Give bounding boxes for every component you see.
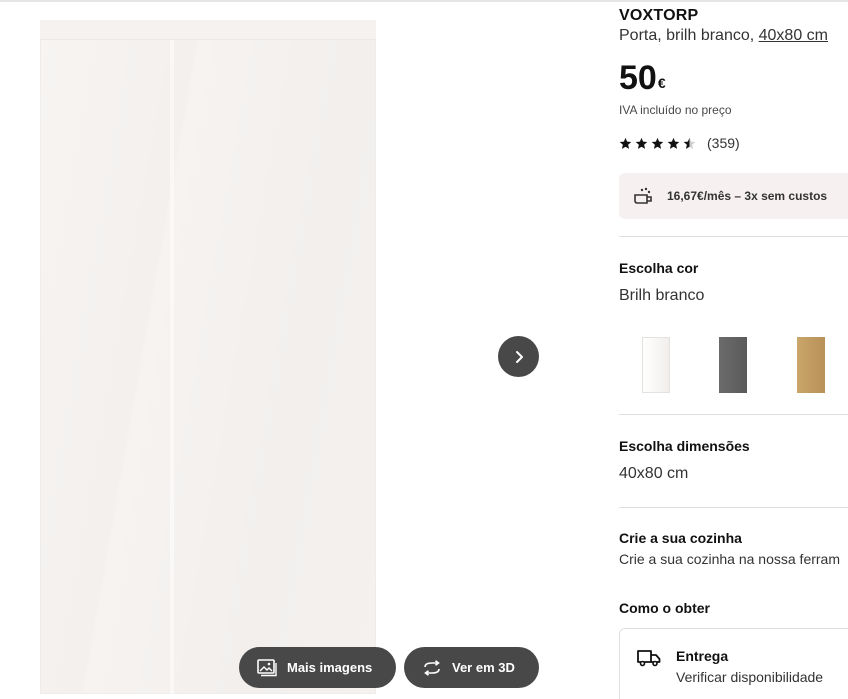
divider — [619, 414, 848, 415]
star-icon — [619, 137, 632, 149]
view-3d-label: Ver em 3D — [452, 660, 515, 675]
product-description: Porta, brilh branco, 40x80 cm — [619, 27, 828, 45]
payment-icon — [634, 187, 652, 204]
kitchen-planner-title[interactable]: Crie a sua cozinha — [619, 530, 742, 546]
divider — [619, 236, 848, 237]
delivery-option[interactable]: Entrega Verificar disponibilidade — [619, 628, 848, 699]
how-to-get-title: Como o obter — [619, 600, 710, 616]
dimension-link[interactable]: 40x80 cm — [759, 27, 828, 44]
financing-banner[interactable]: 16,67€/mês – 3x sem custos — [619, 173, 848, 219]
view-3d-button[interactable]: Ver em 3D — [404, 647, 539, 688]
financing-text: 16,67€/mês – 3x sem custos — [667, 189, 828, 203]
star-icon — [635, 137, 648, 149]
color-swatch-dark-grey[interactable] — [719, 337, 747, 393]
more-images-button[interactable]: Mais imagens — [239, 647, 396, 688]
product-gallery: Mais imagens Ver em 3D — [0, 0, 560, 699]
price-value: 50 — [619, 59, 657, 97]
door-top-edge — [40, 20, 376, 40]
selected-color: Brilh branco — [619, 287, 705, 304]
rating-count: (359) — [707, 135, 740, 151]
product-description-text: Porta, brilh branco, — [619, 27, 759, 44]
delivery-title: Entrega — [676, 648, 729, 664]
vat-note: IVA incluído no preço — [619, 103, 732, 117]
images-icon — [257, 658, 277, 676]
chevron-right-icon — [515, 350, 523, 363]
delivery-availability: Verificar disponibilidade — [676, 669, 824, 685]
product-name: VOXTORP — [619, 7, 699, 24]
color-section-title: Escolha cor — [619, 260, 699, 276]
rotate-3d-icon — [424, 659, 440, 676]
kitchen-planner-text: Crie a sua cozinha na nossa ferram — [619, 551, 840, 567]
price-currency: € — [657, 75, 666, 91]
half-star-icon — [683, 137, 696, 149]
color-swatch-oak[interactable] — [797, 337, 825, 393]
size-section-title: Escolha dimensões — [619, 438, 750, 454]
next-image-button[interactable] — [498, 336, 539, 377]
selected-size: 40x80 cm — [619, 465, 689, 482]
rating-summary[interactable]: (359) — [619, 135, 740, 151]
star-icon — [667, 137, 680, 149]
product-price: 50€ — [619, 59, 666, 97]
truck-icon — [637, 650, 661, 667]
product-image[interactable] — [40, 20, 376, 694]
star-icon — [651, 137, 664, 149]
divider — [619, 507, 848, 508]
more-images-label: Mais imagens — [287, 660, 373, 675]
door-reflection — [170, 40, 174, 694]
product-info-panel: VOXTORP Porta, brilh branco, 40x80 cm 50… — [619, 0, 848, 699]
color-swatch-white-gloss[interactable] — [642, 337, 670, 393]
